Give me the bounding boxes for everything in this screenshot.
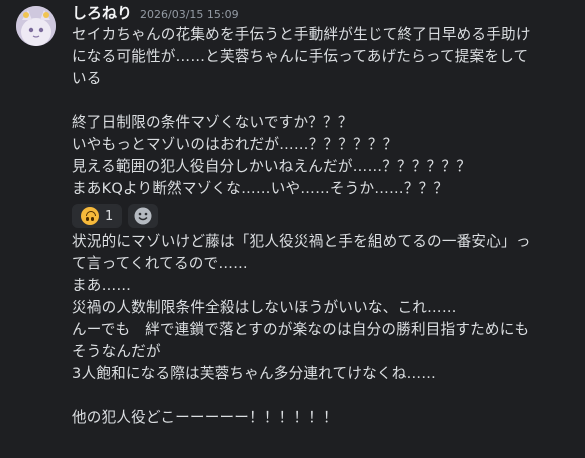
chat-message: しろねり 2026/03/15 15:09 セイカちゃんの花集めを手伝うと手動絆… (0, 0, 585, 458)
message-line: 終了日制限の条件マゾくないですか？？？ (72, 114, 353, 131)
upside-down-face-icon (81, 207, 99, 225)
message-line: 3人飽和になる際は芙蓉ちゃん多分連れてけなくね…… (72, 365, 437, 382)
message-line: になる可能性が……と芙蓉ちゃんに手伝ってあげたらって提案をして (72, 48, 529, 65)
message-line: 見える範囲の犯人役自分しかいねえんだが……？？？？？？ (72, 158, 471, 175)
avatar-character-icon (16, 6, 56, 46)
message-line: いる (72, 70, 102, 87)
avatar[interactable] (16, 6, 56, 46)
message-line: て言ってくれてるので…… (72, 255, 248, 272)
reaction-upside-down-face[interactable]: 1 (72, 204, 123, 228)
message-line: んーでも 絆で連鎖で落とすのが楽なのは自分の勝利目指すためにも (72, 321, 530, 338)
username[interactable]: しろねり (72, 2, 132, 23)
message-content: しろねり 2026/03/15 15:09 セイカちゃんの花集めを手伝うと手動絆… (72, 2, 579, 429)
message-body-a: セイカちゃんの花集めを手伝うと手動絆が生じて終了日早める手助け になる可能性が…… (72, 24, 579, 200)
message-line: まあKQより断然マゾくな……いや……そうか……？？？ (72, 180, 449, 197)
add-reaction-button[interactable] (128, 204, 159, 228)
message-line: そうなんだが (72, 343, 161, 360)
message-line: いやもっとマゾいのはおれだが……？？？？？？ (72, 136, 398, 153)
message-body-b: 状況的にマゾいけど藤は「犯人役災禍と手を組めてるの一番安心」っ て言ってくれてる… (72, 231, 579, 429)
reaction-count: 1 (105, 208, 114, 224)
reactions-bar: 1 (72, 203, 579, 229)
message-header: しろねり 2026/03/15 15:09 (72, 2, 579, 24)
add-reaction-icon (134, 207, 152, 225)
message-line: まあ…… (72, 277, 132, 294)
message-line: 状況的にマゾいけど藤は「犯人役災禍と手を組めてるの一番安心」っ (72, 233, 531, 250)
timestamp[interactable]: 2026/03/15 15:09 (140, 8, 239, 21)
message-line: セイカちゃんの花集めを手伝うと手動絆が生じて終了日早める手助け (72, 26, 531, 43)
message-line: 災禍の人数制限条件全殺はしないほうがいいな、これ…… (72, 299, 457, 316)
message-line: 他の犯人役どこーーーーー！！！！！！ (72, 409, 338, 426)
